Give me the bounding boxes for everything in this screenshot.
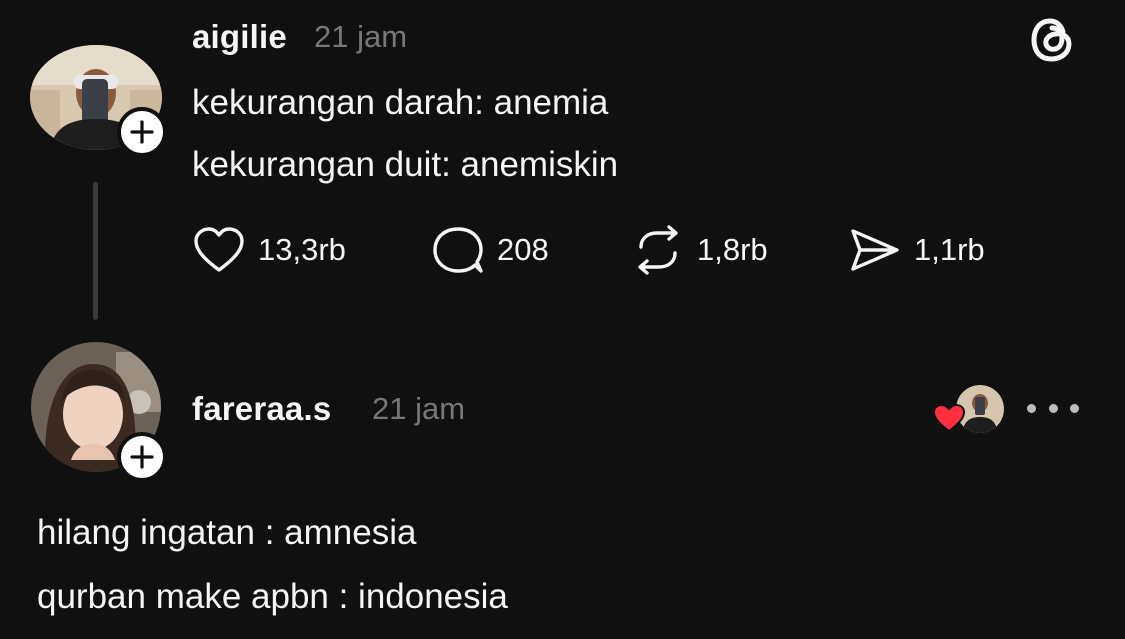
share-count: 1,1rb — [914, 232, 985, 267]
post-timestamp: 21 jam — [314, 19, 408, 54]
like-count: 13,3rb — [258, 232, 346, 267]
reply-text-line: hilang ingatan : amnesia — [37, 513, 417, 552]
repost-button[interactable]: 1,8rb — [631, 222, 768, 278]
reply-text-line: qurban make apbn : indonesia — [37, 577, 508, 616]
more-options-button[interactable] — [1027, 394, 1079, 422]
comment-icon — [433, 227, 483, 273]
heart-filled-icon — [932, 403, 966, 433]
reply-username[interactable]: fareraa.s — [192, 390, 331, 428]
author-liked-indicator — [932, 383, 1006, 435]
post-text-line: kekurangan darah: anemia — [192, 83, 609, 122]
reply-button[interactable]: 208 — [431, 222, 549, 278]
plus-icon — [130, 445, 154, 469]
dot-icon — [1048, 403, 1058, 413]
follow-button[interactable] — [117, 432, 167, 482]
dot-icon — [1027, 403, 1036, 413]
dot-icon — [1070, 403, 1079, 413]
reply-count: 208 — [497, 232, 549, 267]
post-username[interactable]: aigilie — [192, 18, 287, 56]
threads-post-view: aigilie 21 jam kekurangan darah: anemia … — [0, 0, 1125, 639]
repost-icon — [638, 225, 678, 275]
threads-logo-icon[interactable] — [1026, 14, 1078, 71]
plus-icon — [130, 120, 154, 144]
send-icon — [851, 229, 899, 271]
repost-count: 1,8rb — [697, 232, 768, 267]
heart-icon — [194, 227, 244, 272]
reply-timestamp: 21 jam — [372, 391, 466, 426]
like-button[interactable]: 13,3rb — [192, 222, 346, 278]
share-button[interactable]: 1,1rb — [848, 222, 985, 278]
thread-connector-line — [93, 182, 98, 320]
post-text-line: kekurangan duit: anemiskin — [192, 145, 619, 184]
follow-button[interactable] — [117, 107, 167, 157]
